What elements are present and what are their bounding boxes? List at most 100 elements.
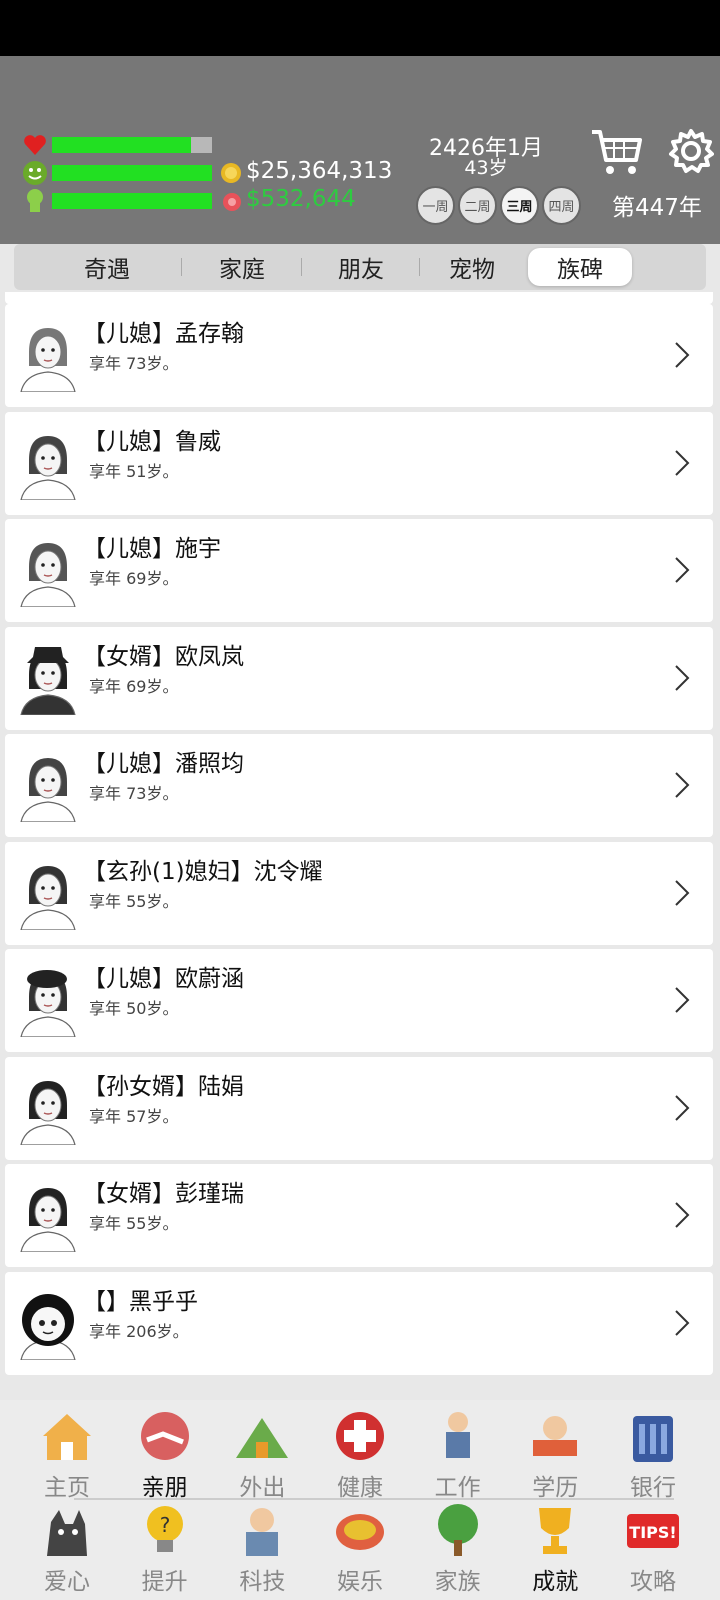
- gold-ingot-icon: [330, 1502, 390, 1560]
- health-bar: [52, 137, 212, 153]
- chevron-right-icon: [673, 663, 691, 693]
- age-at-death: 享年 50岁。: [89, 999, 179, 1018]
- nav-item-red-cross[interactable]: 健康: [315, 1408, 405, 1502]
- week-button-3[interactable]: 三周: [500, 186, 539, 225]
- person-name: 【】黑乎乎: [83, 1288, 198, 1315]
- person-name: 【女婿】欧凤岚: [83, 643, 244, 670]
- nav-label: 家族: [434, 1569, 481, 1595]
- nav-label: 攻略: [629, 1569, 676, 1595]
- person-name: 【玄孙(1)媳妇】沈令耀: [83, 858, 323, 885]
- nav-item-gold-ingot[interactable]: 娱乐: [315, 1502, 405, 1596]
- chevron-right-icon: [673, 1093, 691, 1123]
- tab-0[interactable]: 奇遇: [32, 248, 182, 286]
- tab-1[interactable]: 家庭: [182, 248, 302, 286]
- memorial-card[interactable]: 【儿媳】欧蔚涵享年 50岁。: [5, 949, 713, 1052]
- memorial-card[interactable]: 【孙女婿】陆娟 享年 57岁。: [5, 1056, 713, 1160]
- nav-item-dog[interactable]: 爱心: [22, 1502, 112, 1596]
- tab-3[interactable]: 宠物: [420, 248, 524, 286]
- week-button-1[interactable]: 一周: [416, 186, 455, 225]
- memorial-card[interactable]: 【儿媳】鲁威 享年 51岁。: [5, 411, 713, 515]
- nav-label: 银行: [629, 1475, 676, 1501]
- tab-label: 家庭: [219, 257, 265, 283]
- family-tree-icon: [428, 1502, 488, 1560]
- avatar: [17, 856, 79, 931]
- brain-icon: [22, 188, 48, 214]
- smart-bar: [52, 193, 212, 209]
- week-button-2[interactable]: 二周: [458, 186, 497, 225]
- nav-item-family-tree[interactable]: 家族: [413, 1502, 503, 1596]
- nav-item-tips[interactable]: TIPS! 攻略: [608, 1502, 698, 1596]
- nav-item-tent[interactable]: 外出: [217, 1408, 307, 1502]
- shop-cart-icon[interactable]: [590, 126, 644, 178]
- previous-card-edge: [5, 292, 713, 304]
- memorial-card[interactable]: 【儿媳】施宇 享年 69岁。: [5, 519, 713, 622]
- scientist-icon: [232, 1502, 292, 1560]
- chevron-right-icon: [673, 340, 691, 370]
- coin-icon: [220, 162, 242, 184]
- health-stat: [22, 132, 212, 158]
- age-at-death: 享年 73岁。: [89, 354, 179, 373]
- nav-label: 提升: [141, 1569, 188, 1595]
- person-name: 【儿媳】潘照均: [83, 751, 244, 777]
- status-bar: [0, 0, 720, 56]
- worker-icon: [428, 1408, 488, 1466]
- bottom-nav: 主页 亲朋 外出 健康 工作 学历 银行 爱心? 提升 科技 娱乐 家族 成就 TIPS! 攻略: [0, 1400, 720, 1600]
- nav-label: 主页: [44, 1475, 90, 1501]
- dog-icon: [37, 1502, 97, 1560]
- mood-stat: $25,364,313: [22, 158, 392, 186]
- chevron-right-icon: [673, 1308, 691, 1338]
- nav-divider: [74, 1498, 674, 1500]
- memorial-card[interactable]: 【女婿】彭瑾瑞 享年 55岁。: [5, 1164, 713, 1267]
- memorial-card[interactable]: 【】黑乎乎享年 206岁。: [5, 1271, 713, 1375]
- avatar: [17, 963, 79, 1038]
- tab-2[interactable]: 朋友: [302, 248, 420, 286]
- nav-label: 学历: [532, 1475, 579, 1501]
- smart-stat: $532,644: [22, 186, 356, 214]
- memorial-card[interactable]: 【儿媳】潘照均享年 73岁。: [5, 734, 713, 837]
- mood-bar: [52, 165, 212, 181]
- chevron-right-icon: [673, 770, 691, 800]
- smiley-icon: [22, 160, 48, 186]
- lightbulb-icon: ?: [135, 1502, 195, 1560]
- chevron-right-icon: [673, 555, 691, 585]
- age-at-death: 享年 69岁。: [89, 676, 179, 696]
- nav-item-bank[interactable]: 银行: [608, 1408, 698, 1502]
- money-bag-icon: [220, 190, 242, 212]
- week-button-4[interactable]: 四周: [542, 186, 581, 225]
- person-name: 【儿媳】孟存翰: [83, 321, 244, 347]
- tab-label: 奇遇: [84, 257, 130, 283]
- trophy-icon: [525, 1502, 585, 1560]
- age-at-death: 享年 206岁。: [89, 1321, 189, 1341]
- person-name: 【儿媳】欧蔚涵: [83, 966, 244, 992]
- nav-item-trophy[interactable]: 成就: [510, 1502, 600, 1596]
- nav-item-lightbulb[interactable]: ? 提升: [120, 1502, 210, 1596]
- avatar: [17, 1286, 79, 1361]
- memorial-card[interactable]: 【玄孙(1)媳妇】沈令耀 享年 55岁。: [5, 841, 713, 945]
- chevron-right-icon: [673, 1200, 691, 1230]
- nav-label: 爱心: [44, 1569, 90, 1595]
- tab-4[interactable]: 族碑: [528, 248, 632, 286]
- avatar: [17, 533, 79, 608]
- bank-icon: [623, 1408, 683, 1466]
- age-at-death: 享年 73岁。: [89, 784, 179, 803]
- memorial-list[interactable]: 【儿媳】孟存翰 享年 73岁。 【儿媳】鲁威 享年 51岁。 【儿媳】施宇 享年 69岁。…: [0, 292, 720, 1400]
- week-selector: 一周 二周 三周 四周: [416, 186, 581, 225]
- money-value: $25,364,313: [246, 158, 393, 184]
- nav-label: 亲朋: [141, 1475, 188, 1501]
- memorial-card[interactable]: 【女婿】欧凤岚享年 69岁。: [5, 626, 713, 730]
- person-name: 【儿媳】鲁威: [83, 428, 221, 455]
- age-label: 43岁: [464, 157, 508, 179]
- nav-item-worker[interactable]: 工作: [413, 1408, 503, 1502]
- income-value: $532,644: [246, 186, 356, 212]
- avatar: [17, 318, 79, 393]
- nav-label: 成就: [532, 1569, 579, 1595]
- nav-item-house[interactable]: 主页: [22, 1408, 112, 1502]
- nav-item-handshake[interactable]: 亲朋: [120, 1408, 210, 1502]
- tent-icon: [232, 1408, 292, 1466]
- red-cross-icon: [330, 1408, 390, 1466]
- settings-gear-icon[interactable]: [668, 128, 714, 174]
- house-icon: [37, 1408, 97, 1466]
- nav-item-scientist[interactable]: 科技: [217, 1502, 307, 1596]
- memorial-card[interactable]: 【儿媳】孟存翰享年 73岁。: [5, 304, 713, 407]
- nav-item-student[interactable]: 学历: [510, 1408, 600, 1502]
